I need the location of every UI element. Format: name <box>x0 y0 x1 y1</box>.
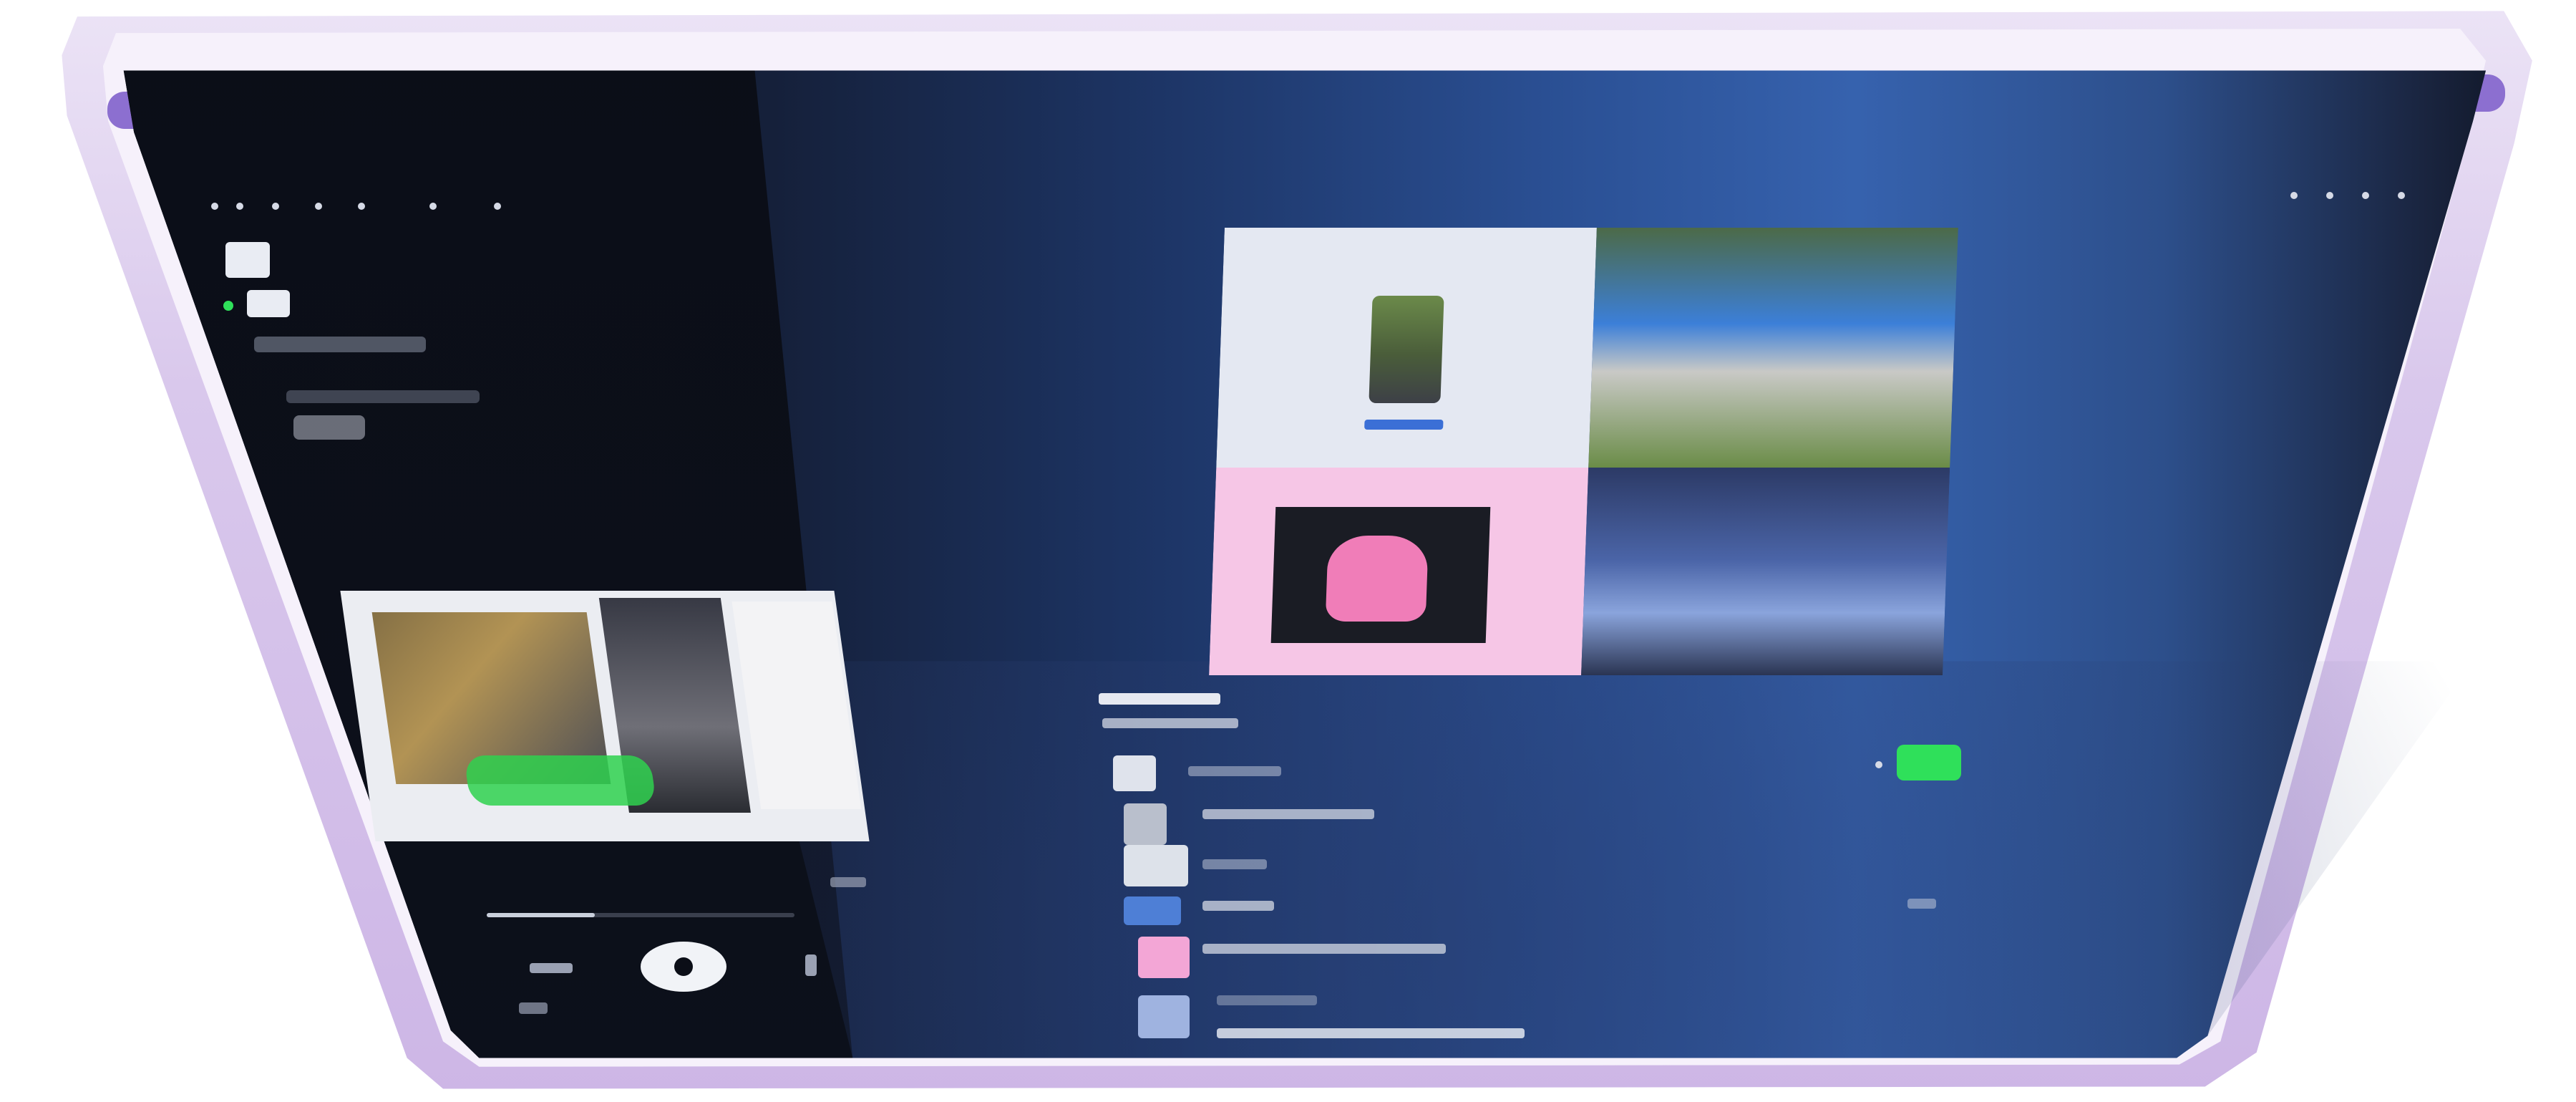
sidebar-item[interactable] <box>286 390 480 403</box>
album-image <box>1270 507 1491 643</box>
previous-icon[interactable] <box>530 963 573 973</box>
section-title <box>1099 693 1220 705</box>
time-label <box>519 1002 548 1014</box>
time-label <box>830 877 866 887</box>
sidebar-item[interactable] <box>247 290 290 317</box>
status-dot <box>1875 761 1882 768</box>
status-dot <box>236 203 243 210</box>
list-item-title <box>1217 995 1317 1005</box>
flower-image <box>1325 536 1429 622</box>
list-item-thumbnail <box>1124 803 1167 845</box>
list-meta <box>1907 899 1936 909</box>
list-item-title <box>1217 1028 1525 1038</box>
now-playing-artwork[interactable] <box>340 591 870 841</box>
plant-image <box>1369 296 1444 403</box>
music-app-icon[interactable] <box>225 242 270 278</box>
list-item-title <box>1202 859 1267 869</box>
list-item-title <box>1202 944 1446 954</box>
status-dot <box>2326 192 2333 199</box>
section-subtitle <box>1102 718 1238 728</box>
album-tile[interactable] <box>1209 468 1589 675</box>
play-pause-icon[interactable] <box>641 942 726 992</box>
status-dot <box>2398 192 2405 199</box>
playback-progress-fill <box>487 913 595 917</box>
active-indicator-icon <box>223 301 233 311</box>
list-item-thumbnail <box>1124 845 1188 886</box>
list-header-label <box>1188 766 1281 776</box>
green-badge-icon[interactable] <box>1897 745 1961 780</box>
list-item-thumbnail <box>1124 896 1181 925</box>
list-item-title <box>1202 901 1274 911</box>
list-item-thumbnail <box>1138 937 1190 978</box>
play-glyph <box>674 957 693 976</box>
album-grid-widget[interactable] <box>1209 228 1958 675</box>
status-dot <box>272 203 279 210</box>
list-item-thumbnail <box>1138 995 1190 1038</box>
sidebar-item[interactable] <box>254 337 426 352</box>
list-item-title <box>1202 809 1374 819</box>
status-dot <box>2362 192 2369 199</box>
album-tile[interactable] <box>1588 228 1958 468</box>
status-dot <box>315 203 322 210</box>
status-dot <box>494 203 501 210</box>
next-icon[interactable] <box>805 954 817 976</box>
list-header-row[interactable] <box>1113 755 1156 791</box>
sidebar-item[interactable] <box>293 415 365 440</box>
status-dot <box>358 203 365 210</box>
artwork-highlight <box>463 755 657 806</box>
status-dot <box>2290 192 2298 199</box>
album-caption <box>1364 420 1444 430</box>
status-dot <box>429 203 437 210</box>
status-dot <box>211 203 218 210</box>
album-tile[interactable] <box>1581 468 1950 675</box>
album-tile[interactable] <box>1216 228 1597 468</box>
photo-scene <box>0 0 2576 1102</box>
